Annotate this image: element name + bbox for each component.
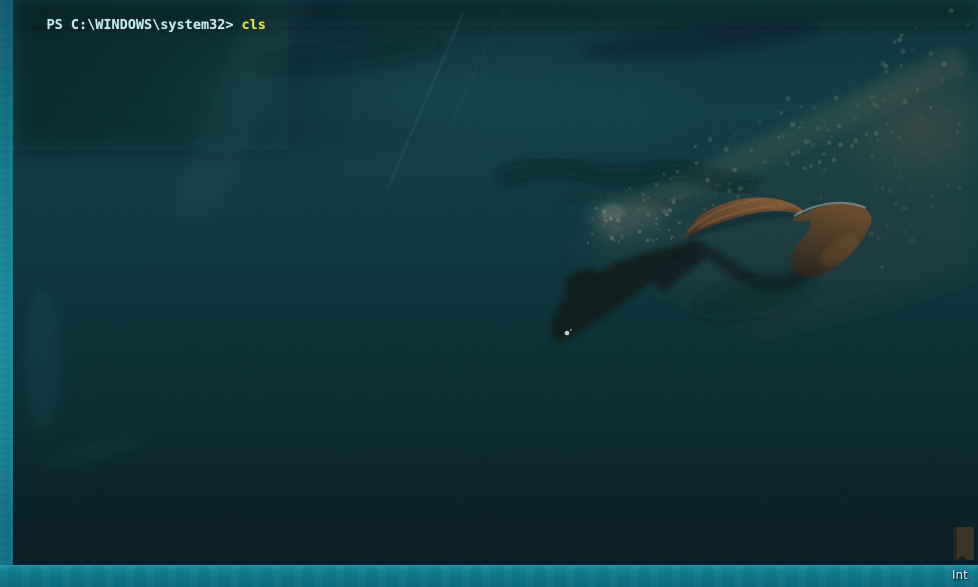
terminal-prompt-line[interactable]: PS C:\WINDOWS\system32> cls: [14, 1, 266, 49]
terminal-prompt: PS C:\WINDOWS\system32>: [47, 17, 234, 33]
underwater-wallpaper-freediver: [13, 0, 978, 565]
terminal-command: cls: [241, 17, 265, 33]
desktop-icon: [953, 527, 974, 560]
powershell-window[interactable]: PS C:\WINDOWS\system32> cls: [13, 0, 978, 565]
desktop: { "terminal": { "prompt": "PS C:\\WINDOW…: [0, 0, 978, 587]
desktop-strip-texture: [0, 565, 978, 587]
desktop-bottom-strip: [0, 565, 978, 587]
desktop-icon-label[interactable]: Int: [952, 568, 968, 582]
